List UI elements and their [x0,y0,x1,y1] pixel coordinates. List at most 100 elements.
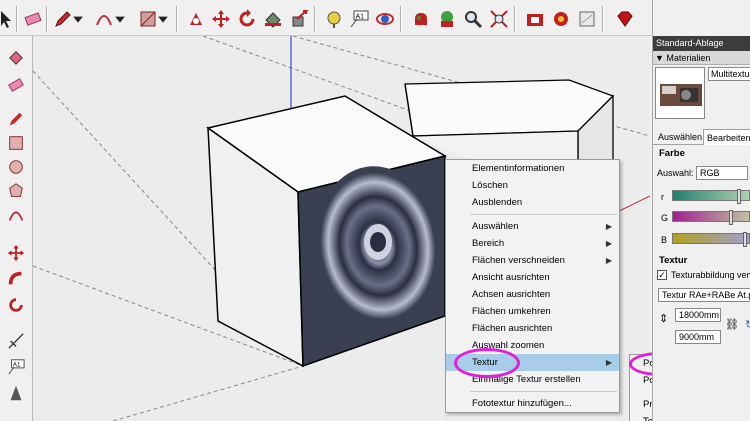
blue-slider-knob[interactable] [743,232,747,247]
text-icon[interactable]: A1 [5,356,27,378]
toolbar-separator [314,6,316,32]
orbit-icon[interactable] [374,8,396,30]
reset-icon[interactable]: ↻ [745,318,750,331]
eraser-icon[interactable] [5,74,27,96]
material-thumbnail[interactable] [655,67,705,119]
follow-me-icon[interactable] [288,8,310,30]
menu-item-label: Elementinformationen [472,163,565,174]
move-icon[interactable] [210,8,232,30]
rotate-icon[interactable] [236,8,258,30]
green-slider-knob[interactable] [729,210,733,225]
menu-item-auswählen[interactable]: Auswählen ▶ [446,218,619,235]
menu-item-flächen-umkehren[interactable]: Flächen umkehren [446,303,619,320]
menu-item-label: Bereich [472,238,505,249]
menu-item-label: Ausblenden [472,197,523,208]
left-toolbar: A1 [0,36,33,421]
annotation-ring-textur [454,348,520,378]
menu-item-label: Löschen [472,180,508,191]
toolbar-separator [514,6,516,32]
toolbar-separator [176,6,178,32]
material-thumbnail-image [656,68,704,118]
menu-item-label: Achsen ausrichten [472,289,551,300]
menu-item-label: Fototextur hinzufügen... [472,398,572,409]
model-info-icon[interactable] [576,8,598,30]
texture-label: Textur [659,255,688,266]
panel-title: Standard-Ablage [653,36,750,51]
warehouse-icon[interactable] [524,8,546,30]
polygon-icon[interactable] [5,180,27,202]
materials-section-header[interactable]: ▼ Materialien [653,51,750,65]
texture-width-field[interactable]: 18000mm [675,308,721,322]
menu-item-fototextur-hinzufügen[interactable]: Fototextur hinzufügen... [446,395,619,412]
components-icon[interactable] [550,8,572,30]
axes-icon[interactable] [5,382,27,404]
rotate-icon[interactable] [5,294,27,316]
texture-height-field[interactable]: 9000mm [675,330,721,344]
texture-file-field[interactable]: Textur RAe+RABe At.png [658,288,750,302]
menu-item-ausblenden[interactable]: Ausblenden [446,194,619,211]
toolbar-separator [602,6,604,32]
pencil-icon[interactable] [5,108,27,130]
color-mode-select[interactable]: RGB [696,166,748,180]
arc-icon[interactable] [93,8,115,30]
extension-icon[interactable] [436,8,458,30]
material-panel: Standard-Ablage ▼ Materialien Multitextu… [652,0,750,421]
rectangle-icon[interactable] [5,132,27,154]
menu-item-elementinformationen[interactable]: Elementinformationen [446,160,619,177]
tab-select[interactable]: Auswählen [655,129,705,145]
move-icon[interactable] [5,242,27,264]
menu-item-label: Ansicht ausrichten [472,272,550,283]
menu-item-bereich[interactable]: Bereich ▶ [446,235,619,252]
chevron-down-icon[interactable] [157,8,169,30]
submenu-arrow-icon: ▶ [605,239,612,248]
pencil-icon[interactable] [52,8,74,30]
paint-bucket-icon[interactable] [5,46,27,68]
zoom-icon[interactable] [462,8,484,30]
channel-label-b: B [661,235,668,245]
red-slider-knob[interactable] [737,189,741,204]
select-arrow-icon[interactable] [0,8,16,30]
menu-item-label: Flächen ausrichten [472,323,553,334]
tab-edit[interactable]: Bearbeiten [703,129,750,145]
use-texture-checkbox[interactable]: ✓ [657,270,667,280]
green-slider[interactable] [672,210,750,225]
color-mode-label: Auswahl: [657,168,694,178]
menu-item-flächen-ausrichten[interactable]: Flächen ausrichten [446,320,619,337]
toolbar-separator [46,6,48,32]
menu-item-ansicht-ausrichten[interactable]: Ansicht ausrichten [446,269,619,286]
eraser-icon[interactable] [22,8,44,30]
color-label: Farbe [659,148,685,159]
paint-bucket-icon[interactable] [262,8,284,30]
submenu-arrow-icon: ▶ [605,222,612,231]
menu-separator [470,391,617,392]
use-texture-label: Texturabbildung verwenden [671,270,750,280]
ruby-icon[interactable] [614,8,636,30]
tape-measure-icon[interactable] [324,8,346,30]
menu-item-achsen-ausrichten[interactable]: Achsen ausrichten [446,286,619,303]
channel-label-g: G [661,213,669,223]
channel-label-r: r [661,192,664,202]
blue-slider[interactable] [672,232,750,247]
main-toolbar: A1 [0,0,652,36]
zoom-extents-icon[interactable] [488,8,510,30]
red-slider[interactable] [672,189,750,204]
follow-me-icon[interactable] [5,268,27,290]
menu-item-label: Auswählen [472,221,519,232]
rectangle-icon[interactable] [137,8,159,30]
submenu-arrow-icon: ▶ [605,358,612,367]
dimension-icon[interactable] [5,330,27,352]
circle-icon[interactable] [5,156,27,178]
text-icon[interactable]: A1 [348,8,370,30]
material-name-field[interactable]: Multitextur [708,67,750,81]
chevron-down-icon[interactable] [72,8,84,30]
submenu-arrow-icon: ▶ [605,256,612,265]
menu-separator [470,214,617,215]
arc-icon[interactable] [5,204,27,226]
menu-item-flächen-verschneiden[interactable]: Flächen verschneiden ▶ [446,252,619,269]
pan-icon[interactable] [410,8,432,30]
chevron-down-icon[interactable] [114,8,126,30]
menu-item-löschen[interactable]: Löschen [446,177,619,194]
link-chain-icon[interactable]: ⛓ [725,318,739,331]
push-pull-icon[interactable] [185,8,207,30]
toolbar-separator [16,6,18,32]
